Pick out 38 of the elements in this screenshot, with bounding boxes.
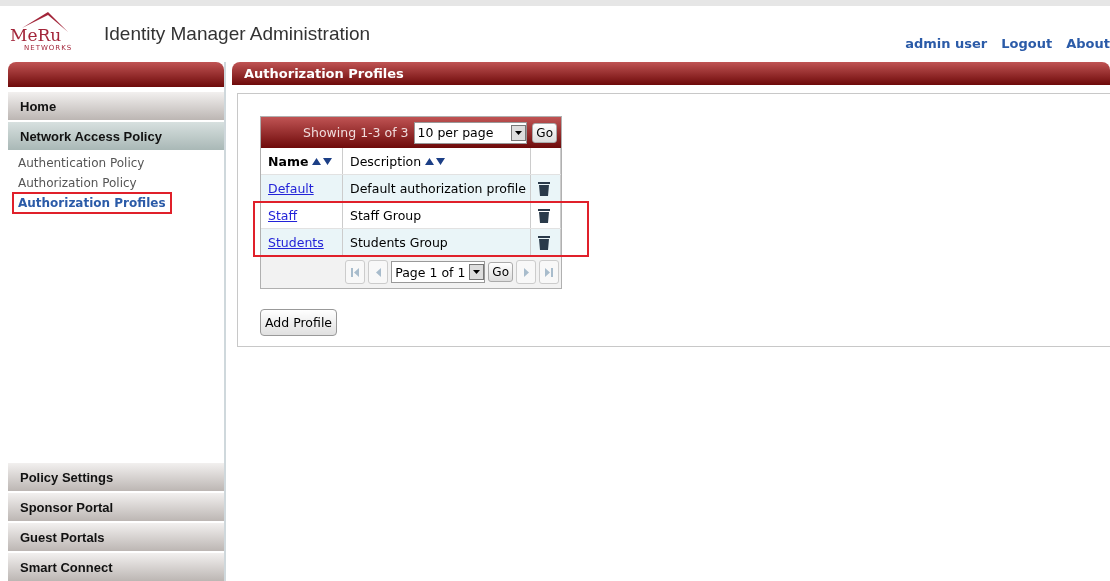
next-page-icon — [523, 267, 529, 277]
sidebar-section[interactable]: Guest Portals — [8, 523, 224, 551]
table-cell: Default authorization profile — [350, 180, 526, 196]
go-button[interactable]: Go — [488, 262, 513, 282]
sidebar-item[interactable]: Authorization Profiles — [14, 194, 170, 212]
logo-name: MeRu — [10, 26, 62, 44]
first-page-icon — [351, 267, 360, 277]
panel-title: Authorization Profiles — [232, 62, 1110, 85]
sidebar-section[interactable]: Home — [8, 92, 224, 120]
profile-link[interactable]: Staff — [268, 207, 298, 223]
header-link[interactable]: Logout — [1001, 35, 1053, 51]
page-select[interactable]: Page 1 of 1 — [391, 261, 486, 283]
sidebar-section[interactable]: Smart Connect — [8, 553, 224, 581]
sidebar-section[interactable]: Sponsor Portal — [8, 493, 224, 521]
table-cell: Students Group — [350, 234, 448, 250]
trash-icon[interactable] — [538, 207, 550, 223]
sidebar-section[interactable]: Policy Settings — [8, 463, 224, 491]
per-page-select[interactable]: 10 per page — [413, 121, 528, 144]
last-page-icon — [545, 267, 553, 277]
sidebar-item[interactable]: Authentication Policy — [14, 154, 149, 172]
add-profile-button[interactable]: Add Profile — [260, 309, 338, 336]
showing-count: Showing 1-3 of 3 — [303, 125, 409, 140]
column-header[interactable]: Name — [268, 153, 309, 169]
trash-icon[interactable] — [538, 180, 550, 196]
app-title: Identity Manager Administration — [104, 23, 371, 45]
header-link[interactable]: admin user — [905, 35, 988, 51]
previous-page-icon — [375, 267, 381, 277]
table-cell: Staff Group — [350, 207, 422, 223]
trash-icon[interactable] — [538, 234, 550, 250]
profile-link[interactable]: Students — [268, 234, 324, 250]
profile-link[interactable]: Default — [268, 180, 314, 196]
sort-arrows-icon[interactable] — [425, 156, 446, 166]
column-header[interactable]: Description — [350, 153, 422, 169]
sort-arrows-icon[interactable] — [312, 156, 333, 166]
sidebar-section[interactable]: Network Access Policy — [8, 122, 224, 150]
go-button[interactable]: Go — [532, 122, 557, 143]
header-link[interactable]: About — [1066, 35, 1110, 51]
sidebar-item[interactable]: Authorization Policy — [14, 174, 141, 192]
